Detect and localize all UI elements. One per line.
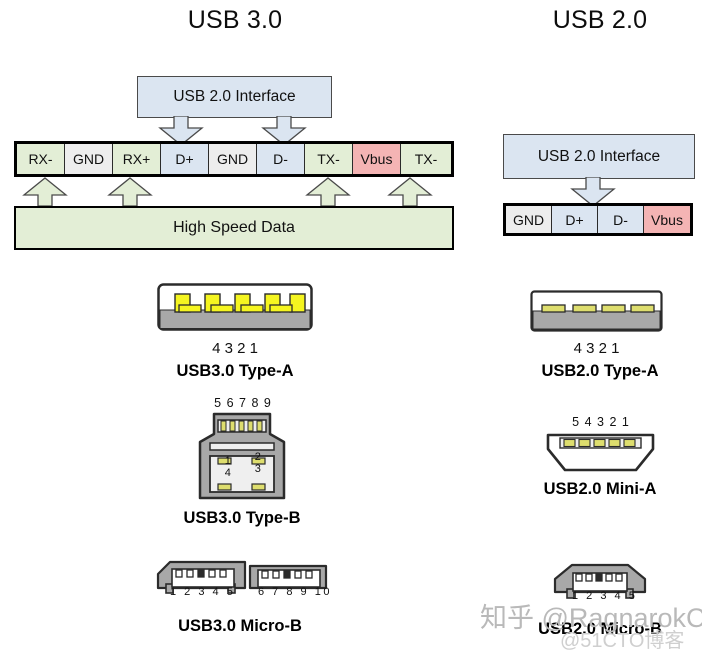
pin-cell: GND <box>209 144 257 174</box>
usb3-type-b-caption: USB3.0 Type-B <box>183 509 301 527</box>
pin-cell: GND <box>506 206 552 233</box>
usb3-micro-b-left-pin-numbers: 1 2 3 4 5 <box>170 586 236 598</box>
usb2-mini-a-connector <box>543 433 658 478</box>
usb2-type-a-connector <box>530 290 663 337</box>
arrow-up-tx-minus-2 <box>387 177 433 207</box>
pin-cell: D+ <box>552 206 598 233</box>
usb3-interface-label: USB 2.0 Interface <box>173 88 296 105</box>
pin-cell: TX- <box>305 144 353 174</box>
pin-cell: D- <box>257 144 305 174</box>
pin-label: GND <box>72 151 105 167</box>
usb2-interface-label: USB 2.0 Interface <box>537 147 661 165</box>
usb2-type-a-caption: USB2.0 Type-A <box>541 362 659 380</box>
usb2-mini-a-pin-numbers: 5 4 3 2 1 <box>572 415 630 429</box>
pin-cell: Vbus <box>353 144 401 174</box>
usb3-type-a-connector <box>157 283 313 336</box>
usb2-micro-b-caption: USB2.0 Micro-B <box>538 620 662 638</box>
pin-cell: D- <box>598 206 644 233</box>
usb3-type-b-pin-4: 4 <box>224 467 232 479</box>
pin-label: Vbus <box>651 211 683 228</box>
arrow-up-rx-minus <box>22 177 68 207</box>
pin-cell: RX+ <box>113 144 161 174</box>
usb3-type-b-pin-2: 2 <box>254 451 262 463</box>
pin-cell: D+ <box>161 144 209 174</box>
usb2-mini-a-caption: USB2.0 Mini-A <box>543 480 657 498</box>
arrow-up-rx-plus <box>107 177 153 207</box>
diagram-canvas: USB 3.0 USB 2.0 USB 2.0 Interface RX- GND… <box>0 0 702 652</box>
usb3-pin-row: RX- GND RX+ D+ GND D- TX- Vbus TX- <box>14 141 454 177</box>
usb2-column-title: USB 2.0 <box>552 6 648 34</box>
pin-cell: RX- <box>17 144 65 174</box>
usb3-micro-b-caption: USB3.0 Micro-B <box>178 617 302 635</box>
usb3-type-a-pin-numbers: 4 3 2 1 <box>212 340 258 357</box>
high-speed-data-box: High Speed Data <box>14 206 454 250</box>
pin-label: GND <box>512 211 545 228</box>
usb2-type-a-pin-numbers: 4 3 2 1 <box>573 340 620 357</box>
usb3-interface-box: USB 2.0 Interface <box>137 76 332 118</box>
pin-label: RX+ <box>122 151 151 167</box>
pin-label: D- <box>273 151 288 167</box>
arrow-up-tx-minus-1 <box>305 177 351 207</box>
usb3-type-b-connector <box>196 412 288 505</box>
usb3-type-b-pin-3: 3 <box>254 463 262 475</box>
pin-label: GND <box>216 151 249 167</box>
usb3-micro-b-right-pin-numbers: 6 7 8 9 10 <box>258 586 332 598</box>
usb3-type-b-top-pin-numbers: 5 6 7 8 9 <box>214 396 272 410</box>
pin-label: Vbus <box>360 151 393 167</box>
usb3-type-a-caption: USB3.0 Type-A <box>176 362 294 380</box>
pin-label: TX- <box>414 151 438 167</box>
usb3-column-title: USB 3.0 <box>187 6 283 34</box>
usb2-interface-box: USB 2.0 Interface <box>503 134 695 179</box>
usb2-micro-b-pin-numbers: 1 2 3 4 5 <box>572 590 638 602</box>
pin-label: RX- <box>28 151 53 167</box>
pin-label: D+ <box>175 151 194 167</box>
high-speed-data-label: High Speed Data <box>173 219 295 236</box>
pin-cell: TX- <box>401 144 451 174</box>
pin-label: D- <box>613 211 628 228</box>
usb3-type-b-pin-1: 1 <box>224 455 232 467</box>
pin-label: D+ <box>565 211 584 228</box>
pin-cell: GND <box>65 144 113 174</box>
pin-label: TX- <box>317 151 340 167</box>
usb2-pin-row: GND D+ D- Vbus <box>503 203 693 236</box>
pin-cell: Vbus <box>644 206 690 233</box>
